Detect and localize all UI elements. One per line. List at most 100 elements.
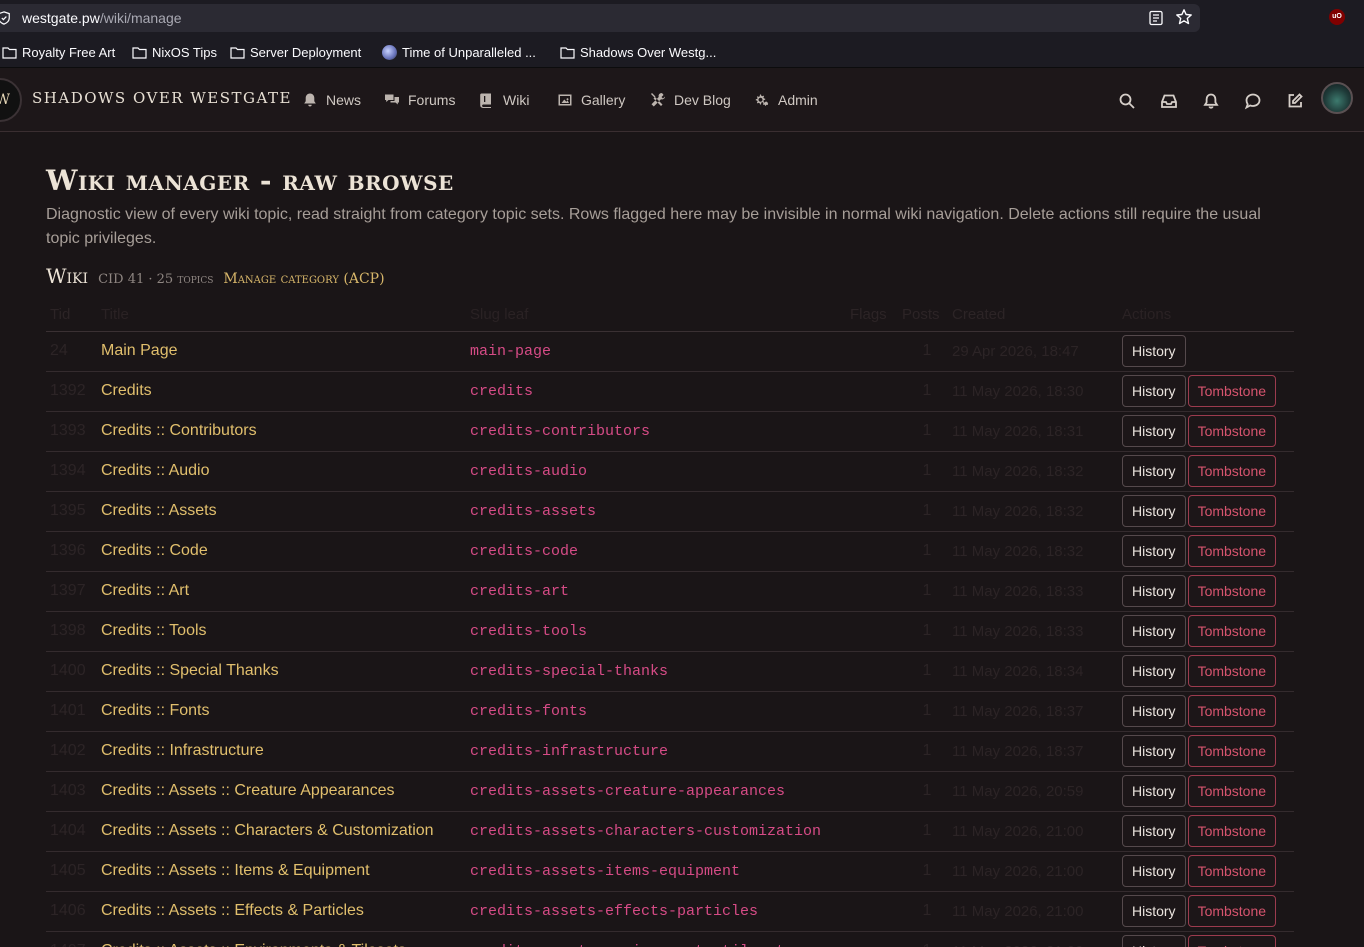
bookmark-label: Time of Unparalleled ... bbox=[402, 44, 536, 60]
tombstone-button[interactable]: Tombstone bbox=[1187, 695, 1277, 727]
nav-news[interactable]: News bbox=[302, 90, 361, 110]
bookmark-shadows-over-westgate[interactable]: Shadows Over Westg... bbox=[560, 44, 716, 60]
row-actions: HistoryTombstone bbox=[1122, 371, 1294, 412]
site-info-icon[interactable] bbox=[0, 11, 11, 25]
row-tid: 1395 bbox=[46, 491, 101, 532]
tombstone-button[interactable]: Tombstone bbox=[1187, 775, 1277, 807]
book-icon bbox=[480, 93, 491, 108]
nav-dev-blog[interactable]: Dev Blog bbox=[650, 90, 731, 110]
address-bar[interactable]: westgate.pw/wiki/manage bbox=[0, 4, 1200, 32]
history-button[interactable]: History bbox=[1122, 815, 1186, 847]
row-title-link[interactable]: Credits :: Fonts bbox=[101, 691, 470, 732]
bookmark-royalty-free-art[interactable]: Royalty Free Art bbox=[2, 44, 115, 60]
row-title-link[interactable]: Credits :: Code bbox=[101, 531, 470, 572]
row-title-link[interactable]: Credits :: Assets :: Characters & Custom… bbox=[101, 811, 470, 852]
row-title-link[interactable]: Credits :: Tools bbox=[101, 611, 470, 652]
row-title-link[interactable]: Credits :: Art bbox=[101, 571, 470, 612]
history-button[interactable]: History bbox=[1122, 615, 1186, 647]
folder-icon bbox=[560, 46, 575, 59]
tombstone-button[interactable]: Tombstone bbox=[1187, 855, 1277, 887]
notifications-button[interactable] bbox=[1202, 92, 1220, 110]
bookmark-time-of-unparalleled[interactable]: Time of Unparalleled ... bbox=[382, 44, 536, 60]
search-button[interactable] bbox=[1118, 92, 1136, 110]
row-actions: HistoryTombstone bbox=[1122, 931, 1294, 947]
nav-label: News bbox=[326, 92, 362, 108]
row-created: 11 May 2026, 18:32 bbox=[952, 491, 1122, 532]
bell-icon bbox=[1203, 93, 1219, 109]
table-row: 1392 Credits credits 1 11 May 2026, 18:30 His… bbox=[46, 371, 1294, 412]
history-button[interactable]: History bbox=[1122, 855, 1186, 887]
inbox-button[interactable] bbox=[1160, 92, 1178, 110]
tombstone-button[interactable]: Tombstone bbox=[1187, 535, 1277, 567]
row-title-link[interactable]: Credits :: Assets :: Environments & Tile… bbox=[101, 931, 470, 947]
site-logo[interactable]: W bbox=[0, 78, 22, 122]
chats-button[interactable] bbox=[1244, 92, 1262, 110]
history-button[interactable]: History bbox=[1122, 415, 1186, 447]
manage-category-link[interactable]: Manage category (ACP) bbox=[223, 271, 384, 287]
tombstone-button[interactable]: Tombstone bbox=[1187, 895, 1277, 927]
row-title-link[interactable]: Credits :: Audio bbox=[101, 451, 470, 492]
nav-forums[interactable]: Forums bbox=[384, 90, 455, 110]
category-title: Wiki bbox=[46, 264, 89, 288]
tombstone-button[interactable]: Tombstone bbox=[1187, 735, 1277, 767]
row-posts: 1 bbox=[902, 491, 952, 532]
row-flags bbox=[850, 851, 902, 892]
tombstone-button[interactable]: Tombstone bbox=[1187, 575, 1277, 607]
history-button[interactable]: History bbox=[1122, 935, 1186, 947]
table-row: 1397 Credits :: Art credits-art 1 11 May 202… bbox=[46, 571, 1294, 612]
compose-button[interactable] bbox=[1286, 92, 1304, 110]
bookmark-server-deployment[interactable]: Server Deployment bbox=[230, 44, 361, 60]
row-title-link[interactable]: Credits :: Infrastructure bbox=[101, 731, 470, 772]
reader-view-icon[interactable] bbox=[1148, 10, 1164, 26]
tombstone-button[interactable]: Tombstone bbox=[1187, 455, 1277, 487]
tombstone-button[interactable]: Tombstone bbox=[1187, 375, 1277, 407]
site-brand[interactable]: SHADOWS OVER WESTGATE bbox=[32, 89, 292, 107]
tombstone-button[interactable]: Tombstone bbox=[1187, 495, 1277, 527]
history-button[interactable]: History bbox=[1122, 575, 1186, 607]
row-title-link[interactable]: Credits :: Assets :: Effects & Particles bbox=[101, 891, 470, 932]
nav-gallery[interactable]: Gallery bbox=[557, 90, 625, 110]
row-title-link[interactable]: Main Page bbox=[101, 331, 470, 372]
history-button[interactable]: History bbox=[1122, 535, 1186, 567]
history-button[interactable]: History bbox=[1122, 495, 1186, 527]
nav-wiki[interactable]: Wiki bbox=[479, 90, 529, 110]
history-button[interactable]: History bbox=[1122, 895, 1186, 927]
row-actions: HistoryTombstone bbox=[1122, 771, 1294, 812]
row-tid: 1402 bbox=[46, 731, 101, 772]
tombstone-button[interactable]: Tombstone bbox=[1187, 615, 1277, 647]
nav-admin[interactable]: Admin bbox=[754, 90, 818, 110]
history-button[interactable]: History bbox=[1122, 375, 1186, 407]
url-text[interactable]: westgate.pw/wiki/manage bbox=[22, 10, 182, 26]
nav-label: Forums bbox=[408, 92, 456, 108]
history-button[interactable]: History bbox=[1122, 335, 1186, 367]
history-button[interactable]: History bbox=[1122, 695, 1186, 727]
row-title-link[interactable]: Credits :: Assets bbox=[101, 491, 470, 532]
history-button[interactable]: History bbox=[1122, 735, 1186, 767]
row-slug: credits-tools bbox=[470, 611, 850, 652]
tombstone-button[interactable]: Tombstone bbox=[1187, 935, 1277, 947]
folder-icon bbox=[132, 46, 147, 59]
row-title-link[interactable]: Credits :: Assets :: Creature Appearance… bbox=[101, 771, 470, 812]
row-created: 11 May 2026, 18:33 bbox=[952, 571, 1122, 612]
user-avatar[interactable] bbox=[1321, 82, 1353, 114]
row-actions: HistoryTombstone bbox=[1122, 571, 1294, 612]
row-title-link[interactable]: Credits :: Special Thanks bbox=[101, 651, 470, 692]
row-created: 11 May 2026, 18:31 bbox=[952, 411, 1122, 452]
row-title-link[interactable]: Credits :: Assets :: Items & Equipment bbox=[101, 851, 470, 892]
row-title-link[interactable]: Credits bbox=[101, 371, 470, 412]
tombstone-button[interactable]: Tombstone bbox=[1187, 415, 1277, 447]
ublock-icon[interactable]: uO bbox=[1329, 9, 1345, 25]
row-actions: HistoryTombstone bbox=[1122, 691, 1294, 732]
globe-icon bbox=[382, 44, 397, 60]
history-button[interactable]: History bbox=[1122, 455, 1186, 487]
row-created: 11 May 2026, 20:59 bbox=[952, 771, 1122, 812]
row-title-link[interactable]: Credits :: Contributors bbox=[101, 411, 470, 452]
bookmark-star-icon[interactable] bbox=[1175, 8, 1193, 26]
bookmark-nixos-tips[interactable]: NixOS Tips bbox=[132, 44, 217, 60]
history-button[interactable]: History bbox=[1122, 655, 1186, 687]
folder-icon bbox=[2, 46, 17, 59]
history-button[interactable]: History bbox=[1122, 775, 1186, 807]
tombstone-button[interactable]: Tombstone bbox=[1187, 655, 1277, 687]
page-description: Diagnostic view of every wiki topic, rea… bbox=[46, 206, 1261, 247]
tombstone-button[interactable]: Tombstone bbox=[1187, 815, 1277, 847]
